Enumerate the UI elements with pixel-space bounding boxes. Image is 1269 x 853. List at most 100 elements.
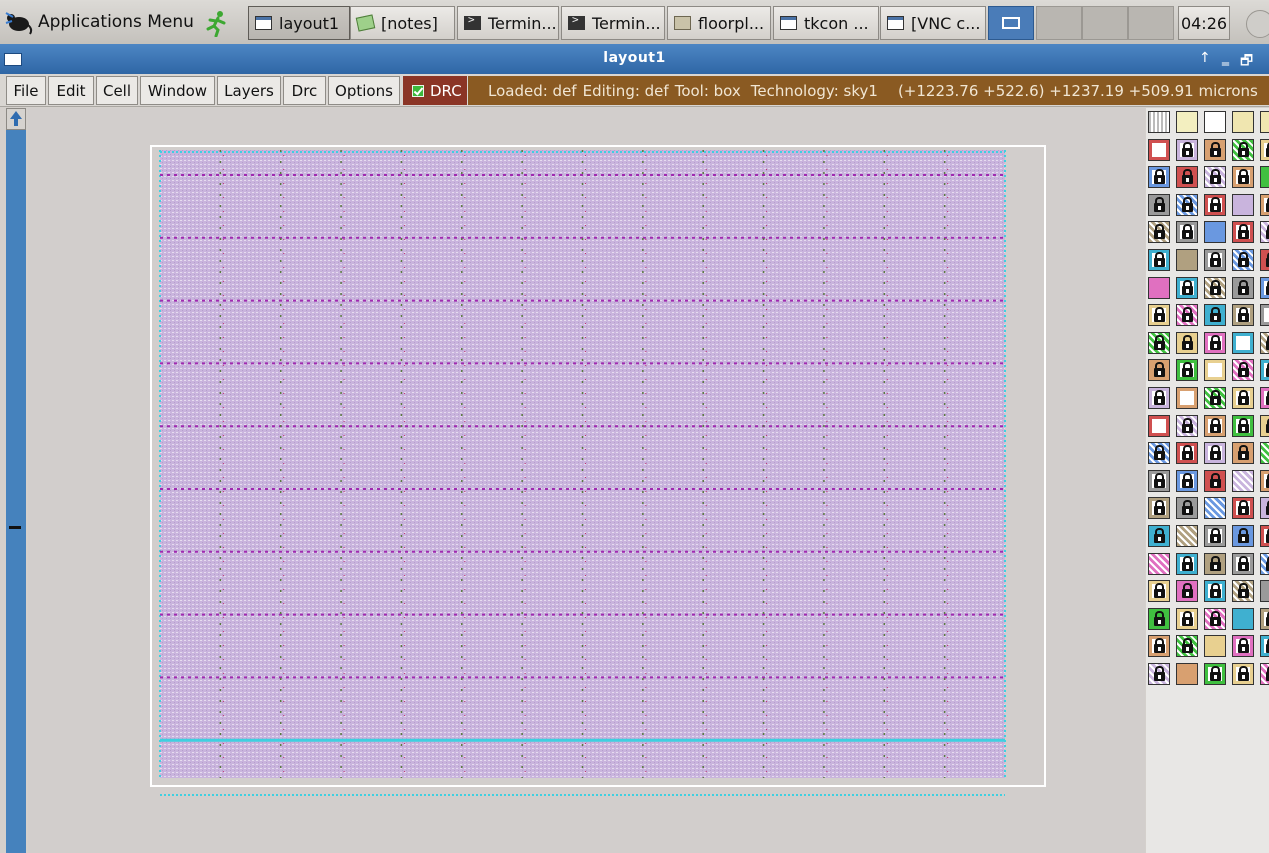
layer-swatch[interactable]	[1260, 635, 1269, 658]
task-button-vnc[interactable]: [VNC c...	[880, 6, 986, 40]
layer-swatch[interactable]	[1148, 221, 1170, 244]
workspace-2-button[interactable]	[1036, 6, 1082, 40]
layer-swatch[interactable]	[1260, 607, 1269, 630]
layer-swatch[interactable]	[1232, 552, 1254, 575]
layer-swatch[interactable]	[1204, 387, 1226, 409]
layer-swatch[interactable]	[1176, 166, 1198, 189]
layer-swatch[interactable]	[1260, 580, 1269, 603]
layer-swatch[interactable]	[1204, 414, 1226, 437]
layer-swatch[interactable]	[1176, 193, 1198, 216]
layer-swatch[interactable]	[1204, 138, 1226, 161]
drc-toggle[interactable]: DRC	[403, 76, 467, 105]
menu-layers[interactable]: Layers	[217, 76, 281, 105]
layer-swatch[interactable]	[1232, 111, 1254, 133]
layer-swatch[interactable]	[1176, 635, 1198, 658]
layer-swatch[interactable]	[1232, 193, 1254, 216]
layer-swatch[interactable]	[1176, 469, 1198, 492]
layer-swatch[interactable]	[1260, 331, 1269, 354]
layer-swatch[interactable]	[1204, 359, 1226, 382]
layer-swatch[interactable]	[1148, 166, 1170, 189]
layer-swatch[interactable]	[1204, 607, 1226, 630]
layer-swatch[interactable]	[1204, 552, 1226, 575]
layer-swatch[interactable]	[1260, 276, 1269, 299]
layer-swatch[interactable]	[1176, 359, 1198, 382]
layer-swatch[interactable]	[1232, 138, 1254, 161]
menu-file[interactable]: File	[6, 76, 46, 105]
layer-swatch[interactable]	[1204, 442, 1226, 465]
layer-swatch[interactable]	[1260, 111, 1269, 133]
layer-swatch[interactable]	[1232, 663, 1254, 685]
layer-swatch[interactable]	[1176, 387, 1198, 409]
layer-swatch[interactable]	[1260, 304, 1269, 327]
task-button-terminal-1[interactable]: Termin...	[457, 6, 559, 40]
menu-window[interactable]: Window	[140, 76, 215, 105]
layout-drawing[interactable]	[28, 108, 1145, 853]
layer-swatch[interactable]	[1232, 221, 1254, 244]
task-button-tkcon[interactable]: tkcon ...	[773, 6, 879, 40]
shade-up-icon[interactable]: ↑	[1199, 50, 1211, 66]
layer-swatch[interactable]	[1176, 580, 1198, 603]
clock[interactable]: 04:26	[1178, 6, 1230, 40]
layer-swatch[interactable]	[1232, 497, 1254, 520]
restore-icon[interactable]: 🗗	[1240, 50, 1253, 74]
layer-swatch[interactable]	[1148, 663, 1170, 685]
scroll-up-arrow-icon[interactable]	[6, 108, 26, 130]
layer-swatch[interactable]	[1148, 249, 1170, 271]
task-button-layout1[interactable]: layout1	[248, 6, 350, 40]
layer-swatch[interactable]	[1204, 525, 1226, 547]
layer-swatch[interactable]	[1260, 138, 1269, 161]
layer-swatch[interactable]	[1176, 607, 1198, 630]
layer-swatch[interactable]	[1232, 304, 1254, 327]
layer-swatch[interactable]	[1204, 193, 1226, 216]
layer-swatch[interactable]	[1260, 663, 1269, 685]
layer-swatch[interactable]	[1260, 166, 1269, 189]
layer-swatch[interactable]	[1148, 607, 1170, 630]
layer-swatch[interactable]	[1260, 359, 1269, 382]
minimize-icon[interactable]: ‗	[1222, 50, 1229, 66]
layer-swatch[interactable]	[1232, 607, 1254, 630]
layer-swatch[interactable]	[1176, 249, 1198, 271]
layer-swatch[interactable]	[1148, 580, 1170, 603]
layer-swatch[interactable]	[1204, 111, 1226, 133]
layer-swatch[interactable]	[1148, 304, 1170, 327]
menu-cell[interactable]: Cell	[96, 76, 138, 105]
layer-swatch[interactable]	[1232, 580, 1254, 603]
layer-swatch[interactable]	[1260, 442, 1269, 465]
layer-swatch[interactable]	[1176, 304, 1198, 327]
workspace-3-button[interactable]	[1082, 6, 1128, 40]
layer-swatch[interactable]	[1232, 469, 1254, 492]
layer-swatch[interactable]	[1204, 166, 1226, 189]
layer-swatch[interactable]	[1260, 193, 1269, 216]
layer-swatch[interactable]	[1232, 331, 1254, 354]
window-titlebar[interactable]: layout1 ↑ ‗ 🗗	[0, 44, 1269, 74]
layer-swatch[interactable]	[1232, 166, 1254, 189]
layer-swatch[interactable]	[1204, 221, 1226, 244]
layer-swatch[interactable]	[1204, 580, 1226, 603]
layer-swatch[interactable]	[1176, 442, 1198, 465]
layer-swatch[interactable]	[1204, 304, 1226, 327]
layer-swatch[interactable]	[1260, 221, 1269, 244]
layer-swatch[interactable]	[1204, 331, 1226, 354]
layer-swatch[interactable]	[1260, 387, 1269, 409]
layer-swatch[interactable]	[1148, 138, 1170, 161]
layer-swatch[interactable]	[1260, 249, 1269, 271]
menu-options[interactable]: Options	[328, 76, 400, 105]
drc-checkbox[interactable]	[412, 84, 424, 97]
layer-swatch[interactable]	[1232, 249, 1254, 271]
layer-swatch[interactable]	[1260, 552, 1269, 575]
layer-swatch[interactable]	[1232, 359, 1254, 382]
scrollbar-thumb[interactable]	[9, 526, 21, 529]
layer-swatch[interactable]	[1176, 221, 1198, 244]
layer-swatch[interactable]	[1232, 387, 1254, 409]
workspace-1-button[interactable]	[988, 6, 1034, 40]
layer-swatch[interactable]	[1260, 469, 1269, 492]
layer-swatch[interactable]	[1204, 249, 1226, 271]
layer-swatch[interactable]	[1148, 387, 1170, 409]
layer-swatch[interactable]	[1204, 469, 1226, 492]
layer-swatch[interactable]	[1148, 635, 1170, 658]
layer-swatch[interactable]	[1148, 359, 1170, 382]
layer-swatch[interactable]	[1260, 525, 1269, 547]
running-man-icon[interactable]	[203, 9, 231, 37]
layer-swatch[interactable]	[1176, 331, 1198, 354]
layer-swatch[interactable]	[1232, 525, 1254, 547]
